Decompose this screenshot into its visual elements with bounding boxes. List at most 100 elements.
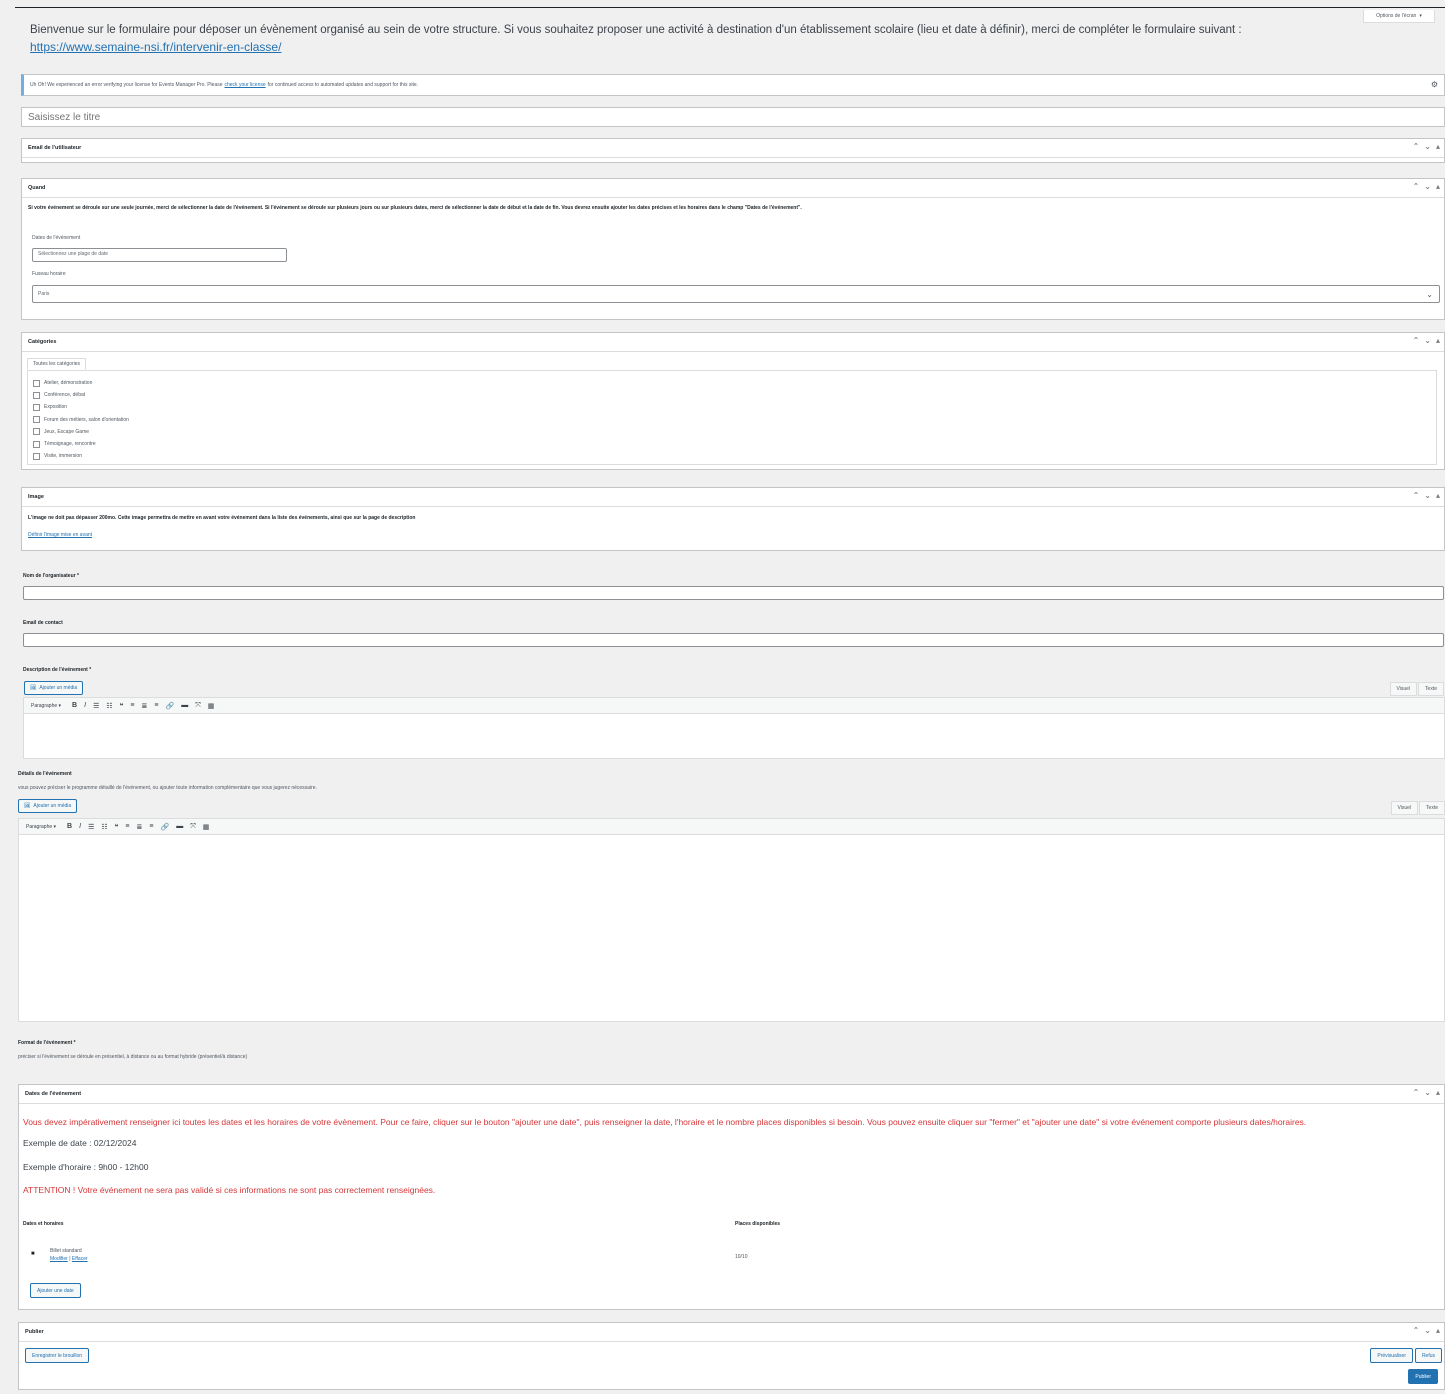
details-label: Détails de l'événement — [18, 771, 72, 777]
move-down-icon[interactable]: ⌄ — [1424, 142, 1431, 152]
tab-text[interactable]: Texte — [1418, 682, 1444, 696]
details-editor: Paragraphe ▾ B I ☰ ☷ ❝ ≡ ≣ ≡ 🔗 ▬ ⤧ ▦ — [18, 818, 1445, 1022]
numbered-list-icon[interactable]: ☷ — [106, 702, 112, 710]
align-left-icon[interactable]: ≡ — [125, 823, 129, 830]
move-down-icon[interactable]: ⌄ — [1424, 336, 1431, 346]
ticket-name: Billet standard — [50, 1248, 82, 1254]
align-center-icon[interactable]: ≣ — [137, 823, 143, 831]
details-editor-area[interactable] — [18, 835, 1445, 1022]
save-draft-button[interactable]: Enregistrer le brouillon — [25, 1348, 90, 1363]
caret-down-icon: ▾ — [1419, 13, 1422, 19]
category-item[interactable]: Exposition — [28, 401, 1436, 413]
italic-icon[interactable]: I — [84, 702, 86, 709]
contact-email-input[interactable] — [23, 633, 1444, 647]
more-icon[interactable]: ▬ — [176, 823, 183, 830]
organizer-input[interactable] — [23, 586, 1444, 600]
toolbar-toggle-icon[interactable]: ▦ — [208, 702, 215, 710]
bold-icon[interactable]: B — [67, 823, 72, 830]
description-add-media-button[interactable]: 🖼 Ajouter un média — [24, 681, 84, 695]
category-item[interactable]: Forum des métiers, salon d'orientation — [28, 414, 1436, 426]
move-up-icon[interactable]: ⌃ — [1413, 336, 1420, 346]
image-box: Image ⌃ ⌄ ▴ L'image ne doit pas dépasser 2… — [21, 487, 1445, 551]
col-dates-header: Dates et horaires — [23, 1221, 64, 1227]
paragraph-label: Paragraphe — [26, 823, 53, 830]
publish-box-header: Publier ⌃ ⌄ ▴ — [19, 1323, 1444, 1342]
tab-all-categories[interactable]: Toutes les catégories — [27, 358, 86, 370]
fullscreen-icon[interactable]: ⤧ — [190, 823, 196, 831]
intro-link[interactable]: https://www.semaine-nsi.fr/intervenir-en… — [30, 40, 281, 54]
numbered-list-icon[interactable]: ☷ — [101, 823, 107, 831]
publish-button[interactable]: Publier — [1408, 1369, 1438, 1384]
move-up-icon[interactable]: ⌃ — [1413, 1326, 1420, 1336]
checkbox[interactable] — [33, 428, 40, 436]
event-dates-input[interactable]: Sélectionnez une plage de date — [32, 248, 287, 262]
tab-visual[interactable]: Visuel — [1389, 682, 1418, 696]
move-down-icon[interactable]: ⌄ — [1424, 1326, 1431, 1336]
checkbox[interactable] — [33, 452, 40, 460]
paragraph-select[interactable]: Paragraphe ▾ — [26, 824, 56, 830]
align-right-icon[interactable]: ≡ — [154, 702, 158, 709]
add-date-button[interactable]: Ajouter une date — [30, 1283, 81, 1298]
italic-icon[interactable]: I — [79, 823, 81, 830]
link-icon[interactable]: 🔗 — [160, 823, 169, 831]
tab-text[interactable]: Texte — [1419, 801, 1445, 815]
more-icon[interactable]: ▬ — [181, 702, 188, 709]
checkbox[interactable] — [33, 403, 40, 411]
user-email-box: Email de l'utilisateur ⌃ ⌄ ▴ — [21, 138, 1445, 163]
description-editor-area[interactable] — [23, 714, 1445, 759]
bullet-list-icon[interactable]: ☰ — [93, 702, 99, 710]
link-icon[interactable]: 🔗 — [165, 702, 174, 710]
toolbar-toggle-icon[interactable]: ▦ — [203, 823, 210, 831]
delete-ticket-link[interactable]: Effacer — [72, 1256, 88, 1262]
when-box-header: Quand ⌃ ⌄ ▴ — [22, 179, 1444, 198]
title-input[interactable] — [21, 107, 1445, 127]
move-down-icon[interactable]: ⌄ — [1424, 182, 1431, 192]
screen-options-button[interactable]: Options de l'écran ▾ — [1363, 10, 1435, 23]
tab-visual[interactable]: Visuel — [1390, 801, 1419, 815]
toggle-icon[interactable]: ▴ — [1436, 1326, 1440, 1336]
timezone-select[interactable]: Paris ⌄ — [32, 285, 1440, 303]
publish-box-title: Publier — [25, 1329, 44, 1335]
check-license-link[interactable]: check your license — [225, 82, 266, 88]
move-up-icon[interactable]: ⌃ — [1413, 142, 1420, 152]
toggle-icon[interactable]: ▴ — [1436, 182, 1440, 192]
refuse-button[interactable]: Refus — [1414, 1348, 1442, 1363]
toggle-icon[interactable]: ▴ — [1436, 142, 1440, 152]
toggle-icon[interactable]: ▴ — [1436, 336, 1440, 346]
chevron-down-icon: ⌄ — [1426, 289, 1433, 299]
toggle-icon[interactable]: ▴ — [1436, 1088, 1440, 1098]
category-item[interactable]: Conférence, débat — [28, 389, 1436, 401]
media-icon: 🖼 — [24, 803, 31, 809]
checkbox[interactable] — [33, 391, 40, 399]
timezone-value: Paris — [38, 291, 50, 297]
quote-icon[interactable]: ❝ — [120, 702, 124, 710]
details-add-media-button[interactable]: 🖼 Ajouter un média — [18, 799, 78, 813]
category-label: Exposition — [44, 404, 68, 411]
quote-icon[interactable]: ❝ — [115, 823, 119, 831]
bullet-list-icon[interactable]: ☰ — [88, 823, 94, 831]
align-left-icon[interactable]: ≡ — [130, 702, 134, 709]
paragraph-select[interactable]: Paragraphe ▾ — [31, 703, 61, 709]
move-up-icon[interactable]: ⌃ — [1413, 491, 1420, 501]
toggle-icon[interactable]: ▴ — [1436, 491, 1440, 501]
fullscreen-icon[interactable]: ⤧ — [195, 702, 201, 710]
description-editor-tabs: Visuel Texte — [1389, 682, 1444, 696]
checkbox[interactable] — [33, 379, 40, 387]
move-down-icon[interactable]: ⌄ — [1424, 491, 1431, 501]
set-featured-image-link[interactable]: Définir l'image mise en avant — [28, 532, 92, 538]
bold-icon[interactable]: B — [72, 702, 77, 709]
align-right-icon[interactable]: ≡ — [149, 823, 153, 830]
align-center-icon[interactable]: ≣ — [142, 702, 148, 710]
move-down-icon[interactable]: ⌄ — [1424, 1088, 1431, 1098]
gear-icon[interactable]: ⚙ — [1431, 80, 1438, 89]
category-item[interactable]: Jeux, Escape Game — [28, 426, 1436, 438]
checkbox[interactable] — [33, 440, 40, 448]
preview-button[interactable]: Prévisualiser — [1370, 1348, 1413, 1363]
category-item[interactable]: Atelier, démonstration — [28, 377, 1436, 389]
category-item[interactable]: Témoignage, rencontre — [28, 438, 1436, 450]
checkbox[interactable] — [33, 416, 40, 424]
move-up-icon[interactable]: ⌃ — [1413, 182, 1420, 192]
category-item[interactable]: Visite, immersion — [28, 450, 1436, 462]
move-up-icon[interactable]: ⌃ — [1413, 1088, 1420, 1098]
edit-ticket-link[interactable]: Modifier — [50, 1256, 68, 1262]
